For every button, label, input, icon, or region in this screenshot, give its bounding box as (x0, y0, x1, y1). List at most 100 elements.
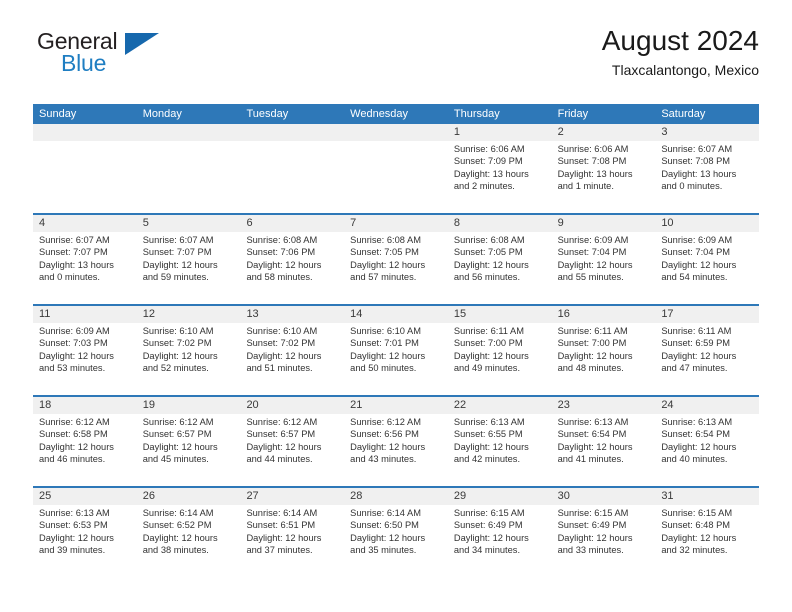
sunrise-text: Sunrise: 6:12 AM (246, 417, 318, 427)
day-number[interactable]: 17 (655, 306, 759, 323)
day-cell[interactable]: Sunrise: 6:09 AM Sunset: 7:04 PM Daylight:… (655, 232, 759, 304)
sunset-text: Sunset: 7:09 PM (453, 156, 523, 167)
day-cell[interactable]: Sunrise: 6:10 AM Sunset: 7:01 PM Daylight:… (344, 323, 448, 395)
sunrise-text: Sunrise: 6:10 AM (142, 326, 214, 336)
day-cell[interactable]: Sunrise: 6:08 AM Sunset: 7:06 PM Daylight:… (240, 232, 344, 304)
day-number[interactable]: 20 (240, 397, 344, 414)
day-number[interactable]: 9 (552, 215, 656, 232)
day-cell[interactable]: Sunrise: 6:07 AM Sunset: 7:07 PM Daylight:… (137, 232, 241, 304)
weekday-header-saturday: Saturday (661, 108, 706, 120)
day-cell[interactable]: Sunrise: 6:15 AM Sunset: 6:49 PM Daylight:… (552, 505, 656, 577)
day-number-row: 11 12 13 14 15 16 17 (33, 306, 759, 323)
day-cell[interactable]: Sunrise: 6:11 AM Sunset: 6:59 PM Daylight:… (655, 323, 759, 395)
day-number[interactable]: 14 (344, 306, 448, 323)
day-cell[interactable]: Sunrise: 6:07 AM Sunset: 7:07 PM Daylight:… (33, 232, 137, 304)
day-number[interactable]: 12 (137, 306, 241, 323)
sunrise-text: Sunrise: 6:08 AM (350, 235, 421, 245)
day-number[interactable]: 2 (552, 124, 656, 141)
sunrise-text: Sunrise: 6:08 AM (453, 235, 525, 245)
sunset-text: Sunset: 7:03 PM (39, 338, 108, 349)
daylight-hours-text: Daylight: 13 hours (557, 168, 633, 179)
day-number[interactable]: 5 (137, 215, 241, 232)
day-number[interactable]: 24 (655, 397, 759, 414)
day-cell[interactable]: Sunrise: 6:06 AM Sunset: 7:08 PM Daylight:… (552, 141, 656, 213)
day-number[interactable]: 10 (655, 215, 759, 232)
day-cell[interactable]: Sunrise: 6:10 AM Sunset: 7:02 PM Daylight:… (137, 323, 241, 395)
day-cell[interactable]: Sunrise: 6:11 AM Sunset: 7:00 PM Daylight:… (552, 323, 656, 395)
day-cell[interactable]: Sunrise: 6:10 AM Sunset: 7:02 PM Daylight:… (240, 323, 344, 395)
daylight-minutes-text: and 59 minutes. (142, 272, 209, 283)
day-cell[interactable]: Sunrise: 6:06 AM Sunset: 7:09 PM Daylight:… (448, 141, 552, 213)
calendar-week-row: 18 19 20 21 22 23 24 Sunrise: 6:12 AM Sunset: 6:… (33, 395, 759, 486)
day-cell[interactable]: Sunrise: 6:08 AM Sunset: 7:05 PM Daylight:… (448, 232, 552, 304)
day-number[interactable]: 6 (240, 215, 344, 232)
sunrise-text: Sunrise: 6:12 AM (39, 417, 110, 427)
daylight-minutes-text: and 53 minutes. (39, 363, 106, 374)
day-number[interactable]: 16 (552, 306, 656, 323)
day-cell[interactable]: Sunrise: 6:14 AM Sunset: 6:51 PM Daylight:… (240, 505, 344, 577)
title-block: August 2024 Tlaxcalantongo, Mexico (602, 22, 759, 80)
sunset-text: Sunset: 6:50 PM (350, 520, 419, 531)
daylight-minutes-text: and 56 minutes. (453, 272, 521, 283)
day-number[interactable]: 13 (240, 306, 344, 323)
day-cell[interactable]: Sunrise: 6:08 AM Sunset: 7:05 PM Daylight:… (344, 232, 448, 304)
day-number[interactable]: 29 (448, 488, 552, 505)
day-number[interactable]: 22 (448, 397, 552, 414)
day-number[interactable]: 30 (552, 488, 656, 505)
day-number[interactable]: 26 (137, 488, 241, 505)
daylight-hours-text: Daylight: 12 hours (142, 532, 218, 543)
day-cell[interactable]: Sunrise: 6:14 AM Sunset: 6:50 PM Daylight:… (344, 505, 448, 577)
day-number[interactable]: 7 (344, 215, 448, 232)
day-number-empty (33, 124, 137, 141)
daylight-hours-text: Daylight: 12 hours (142, 259, 218, 270)
day-number[interactable]: 4 (33, 215, 137, 232)
sunrise-text: Sunrise: 6:11 AM (661, 326, 732, 336)
day-number[interactable]: 21 (344, 397, 448, 414)
day-cell[interactable]: Sunrise: 6:13 AM Sunset: 6:54 PM Daylight:… (655, 414, 759, 486)
sunrise-text: Sunrise: 6:07 AM (39, 235, 110, 245)
daylight-minutes-text: and 41 minutes. (557, 454, 624, 465)
sunset-text: Sunset: 6:57 PM (246, 429, 316, 440)
day-cell[interactable]: Sunrise: 6:13 AM Sunset: 6:54 PM Daylight:… (552, 414, 656, 486)
daylight-minutes-text: and 38 minutes. (142, 545, 209, 556)
brand-logo[interactable]: General Blue (33, 30, 263, 90)
daylight-minutes-text: and 34 minutes. (453, 545, 521, 556)
daylight-hours-text: Daylight: 12 hours (661, 350, 737, 361)
day-number[interactable]: 8 (448, 215, 552, 232)
day-cell[interactable]: Sunrise: 6:15 AM Sunset: 6:48 PM Daylight:… (655, 505, 759, 577)
day-cell[interactable]: Sunrise: 6:12 AM Sunset: 6:57 PM Daylight:… (240, 414, 344, 486)
day-number[interactable]: 1 (448, 124, 552, 141)
day-cell[interactable]: Sunrise: 6:11 AM Sunset: 7:00 PM Daylight:… (448, 323, 552, 395)
day-number[interactable]: 28 (344, 488, 448, 505)
day-number[interactable]: 31 (655, 488, 759, 505)
day-cell[interactable]: Sunrise: 6:13 AM Sunset: 6:55 PM Daylight:… (448, 414, 552, 486)
day-cell[interactable]: Sunrise: 6:13 AM Sunset: 6:53 PM Daylight:… (33, 505, 137, 577)
day-number[interactable]: 3 (655, 124, 759, 141)
sunset-text: Sunset: 7:05 PM (350, 247, 419, 258)
day-cell[interactable]: Sunrise: 6:07 AM Sunset: 7:08 PM Daylight:… (655, 141, 759, 213)
day-cell[interactable]: Sunrise: 6:12 AM Sunset: 6:57 PM Daylight:… (137, 414, 241, 486)
day-cell[interactable]: Sunrise: 6:14 AM Sunset: 6:52 PM Daylight:… (137, 505, 241, 577)
day-number[interactable]: 27 (240, 488, 344, 505)
day-number[interactable]: 18 (33, 397, 137, 414)
day-cell[interactable]: Sunrise: 6:09 AM Sunset: 7:04 PM Daylight:… (552, 232, 656, 304)
day-number[interactable]: 15 (448, 306, 552, 323)
day-number[interactable]: 23 (552, 397, 656, 414)
daylight-hours-text: Daylight: 12 hours (350, 532, 426, 543)
daylight-hours-text: Daylight: 12 hours (39, 441, 114, 452)
sunrise-text: Sunrise: 6:13 AM (453, 417, 525, 427)
day-cell[interactable]: Sunrise: 6:12 AM Sunset: 6:56 PM Daylight:… (344, 414, 448, 486)
day-number-row: 4 5 6 7 8 9 10 (33, 215, 759, 232)
sunrise-text: Sunrise: 6:11 AM (453, 326, 524, 336)
daylight-hours-text: Daylight: 12 hours (557, 532, 633, 543)
day-cell[interactable]: Sunrise: 6:12 AM Sunset: 6:58 PM Daylight:… (33, 414, 137, 486)
sunset-text: Sunset: 7:00 PM (557, 338, 627, 349)
day-number[interactable]: 25 (33, 488, 137, 505)
day-cell[interactable]: Sunrise: 6:09 AM Sunset: 7:03 PM Daylight:… (33, 323, 137, 395)
sunrise-text: Sunrise: 6:11 AM (557, 326, 628, 336)
daylight-minutes-text: and 0 minutes. (661, 181, 723, 192)
day-cell[interactable]: Sunrise: 6:15 AM Sunset: 6:49 PM Daylight:… (448, 505, 552, 577)
day-number[interactable]: 11 (33, 306, 137, 323)
day-detail-row: Sunrise: 6:13 AM Sunset: 6:53 PM Daylight:… (33, 505, 759, 577)
day-number[interactable]: 19 (137, 397, 241, 414)
